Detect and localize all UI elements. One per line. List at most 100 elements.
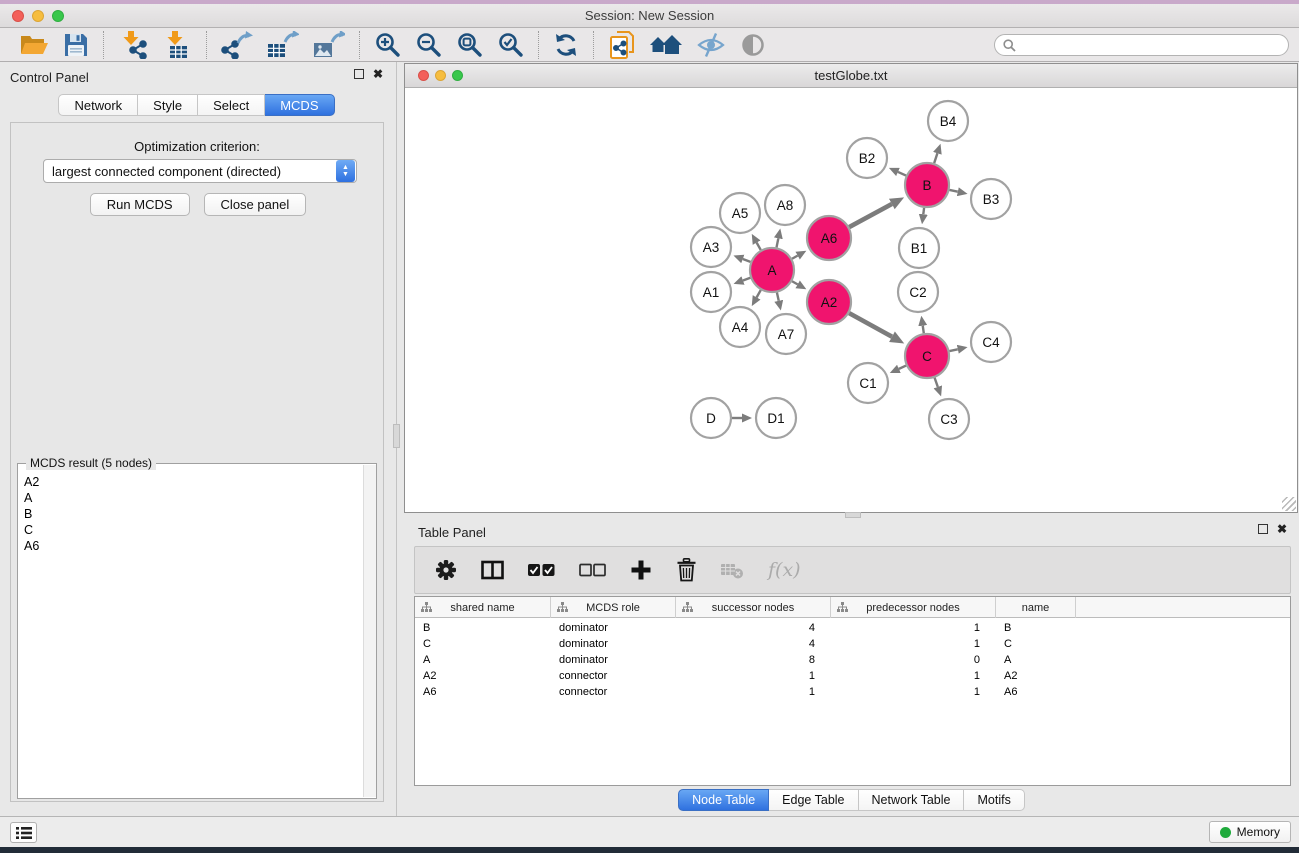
table-cell[interactable]: 0 <box>831 654 996 666</box>
table-cell[interactable]: A6 <box>415 686 551 698</box>
table-cell[interactable]: A6 <box>996 686 1076 698</box>
table-cell[interactable]: 1 <box>831 638 996 650</box>
graph-edge-B-B4[interactable] <box>934 153 937 163</box>
graph-node-C4[interactable]: C4 <box>971 322 1011 362</box>
graph-edge-A-A2[interactable] <box>792 281 798 284</box>
table-cell[interactable]: 4 <box>676 622 831 634</box>
zoom-network-window-button[interactable] <box>452 70 463 81</box>
task-history-button[interactable] <box>10 822 37 843</box>
export-image-button[interactable] <box>306 30 352 60</box>
graph-node-B[interactable]: B <box>905 163 949 207</box>
horizontal-splitter-handle[interactable] <box>845 512 861 518</box>
zoom-out-button[interactable] <box>408 30 449 60</box>
table-cell[interactable]: A <box>415 654 551 666</box>
close-panel-button[interactable]: Close panel <box>204 193 307 216</box>
tab-edge-table[interactable]: Edge Table <box>769 789 858 811</box>
tab-select[interactable]: Select <box>198 94 265 116</box>
tab-node-table[interactable]: Node Table <box>678 789 769 811</box>
table-settings-button[interactable] <box>435 559 457 581</box>
float-panel-icon[interactable] <box>354 69 364 79</box>
result-item[interactable]: B <box>24 506 362 522</box>
graph-edge-B-B1[interactable] <box>923 208 924 214</box>
node-table[interactable]: shared nameMCDS rolesuccessor nodesprede… <box>414 596 1291 786</box>
zoom-window-button[interactable] <box>52 10 64 22</box>
graph-edge-A-A5[interactable] <box>757 243 761 250</box>
export-table-button[interactable] <box>260 30 306 60</box>
table-row[interactable]: A2connector11A2 <box>415 668 1290 684</box>
table-row[interactable]: Cdominator41C <box>415 636 1290 652</box>
search-input[interactable] <box>1021 38 1280 52</box>
tab-mcds[interactable]: MCDS <box>265 94 334 116</box>
table-row[interactable]: Adominator80A <box>415 652 1290 668</box>
graph-edge-A6-B[interactable] <box>849 204 892 227</box>
result-item[interactable]: A2 <box>24 474 362 490</box>
column-header-successor-nodes[interactable]: successor nodes <box>676 597 831 618</box>
float-table-panel-icon[interactable] <box>1258 524 1268 534</box>
graph-node-B1[interactable]: B1 <box>899 228 939 268</box>
optimization-criterion-select[interactable]: largest connected component (directed) ▲… <box>43 159 357 183</box>
table-cell[interactable]: A2 <box>415 670 551 682</box>
column-header-name[interactable]: name <box>996 597 1076 618</box>
graph-edge-A-A3[interactable] <box>743 259 751 262</box>
graph-node-A8[interactable]: A8 <box>765 185 805 225</box>
table-cell[interactable]: A <box>996 654 1076 666</box>
graph-edge-A-A4[interactable] <box>757 290 761 297</box>
graph-node-A3[interactable]: A3 <box>691 227 731 267</box>
column-header-MCDS-role[interactable]: MCDS role <box>551 597 676 618</box>
tab-network-table[interactable]: Network Table <box>859 789 965 811</box>
function-builder-button[interactable]: f(x) <box>768 559 801 581</box>
tab-motifs[interactable]: Motifs <box>964 789 1024 811</box>
import-network-button[interactable] <box>111 30 155 60</box>
graph-node-A7[interactable]: A7 <box>766 314 806 354</box>
open-session-button[interactable] <box>12 30 56 60</box>
show-column-button[interactable] <box>481 560 504 580</box>
tab-network[interactable]: Network <box>58 94 138 116</box>
delete-column-button[interactable] <box>676 558 697 582</box>
hide-panel-button[interactable] <box>689 30 733 60</box>
result-item[interactable]: C <box>24 522 362 538</box>
column-header-shared-name[interactable]: shared name <box>415 597 551 618</box>
table-cell[interactable]: 1 <box>831 686 996 698</box>
table-row[interactable]: Bdominator41B <box>415 620 1290 636</box>
graph-node-D1[interactable]: D1 <box>756 398 796 438</box>
graph-node-A2[interactable]: A2 <box>807 280 851 324</box>
deselect-all-button[interactable] <box>579 563 606 577</box>
graph-edge-C-C4[interactable] <box>949 349 957 351</box>
minimize-window-button[interactable] <box>32 10 44 22</box>
graph-node-A4[interactable]: A4 <box>720 307 760 347</box>
graph-node-C[interactable]: C <box>905 334 949 378</box>
graph-edge-C-C1[interactable] <box>899 366 906 369</box>
table-cell[interactable]: A2 <box>996 670 1076 682</box>
table-cell[interactable]: 8 <box>676 654 831 666</box>
graph-node-A1[interactable]: A1 <box>691 272 731 312</box>
table-cell[interactable]: 4 <box>676 638 831 650</box>
zoom-fit-button[interactable] <box>449 30 490 60</box>
table-cell[interactable]: connector <box>551 670 676 682</box>
export-network-button[interactable] <box>214 30 260 60</box>
graph-node-B3[interactable]: B3 <box>971 179 1011 219</box>
graph-node-B2[interactable]: B2 <box>847 138 887 178</box>
import-table-button[interactable] <box>155 30 199 60</box>
tab-style[interactable]: Style <box>138 94 198 116</box>
graph-node-A5[interactable]: A5 <box>720 193 760 233</box>
close-window-button[interactable] <box>12 10 24 22</box>
graph-edge-A-A6[interactable] <box>792 256 798 259</box>
table-cell[interactable]: 1 <box>831 622 996 634</box>
table-cell[interactable]: B <box>996 622 1076 634</box>
graph-edge-B-B3[interactable] <box>949 190 957 192</box>
table-cell[interactable]: C <box>415 638 551 650</box>
network-canvas[interactable]: B4B2BB3A8A5A6A3B1AC2A1A2A4A7C4CC1C3DD1 <box>405 88 1297 512</box>
minimize-network-window-button[interactable] <box>435 70 446 81</box>
close-network-window-button[interactable] <box>418 70 429 81</box>
home-button[interactable] <box>643 30 689 60</box>
graph-node-A6[interactable]: A6 <box>807 216 851 260</box>
select-all-button[interactable] <box>528 563 555 577</box>
table-cell[interactable]: 1 <box>676 670 831 682</box>
graph-edge-C-C2[interactable] <box>923 326 924 334</box>
table-cell[interactable]: connector <box>551 686 676 698</box>
graph-node-B4[interactable]: B4 <box>928 101 968 141</box>
table-cell[interactable]: dominator <box>551 638 676 650</box>
table-cell[interactable]: B <box>415 622 551 634</box>
table-cell[interactable]: dominator <box>551 654 676 666</box>
graph-node-A[interactable]: A <box>750 248 794 292</box>
